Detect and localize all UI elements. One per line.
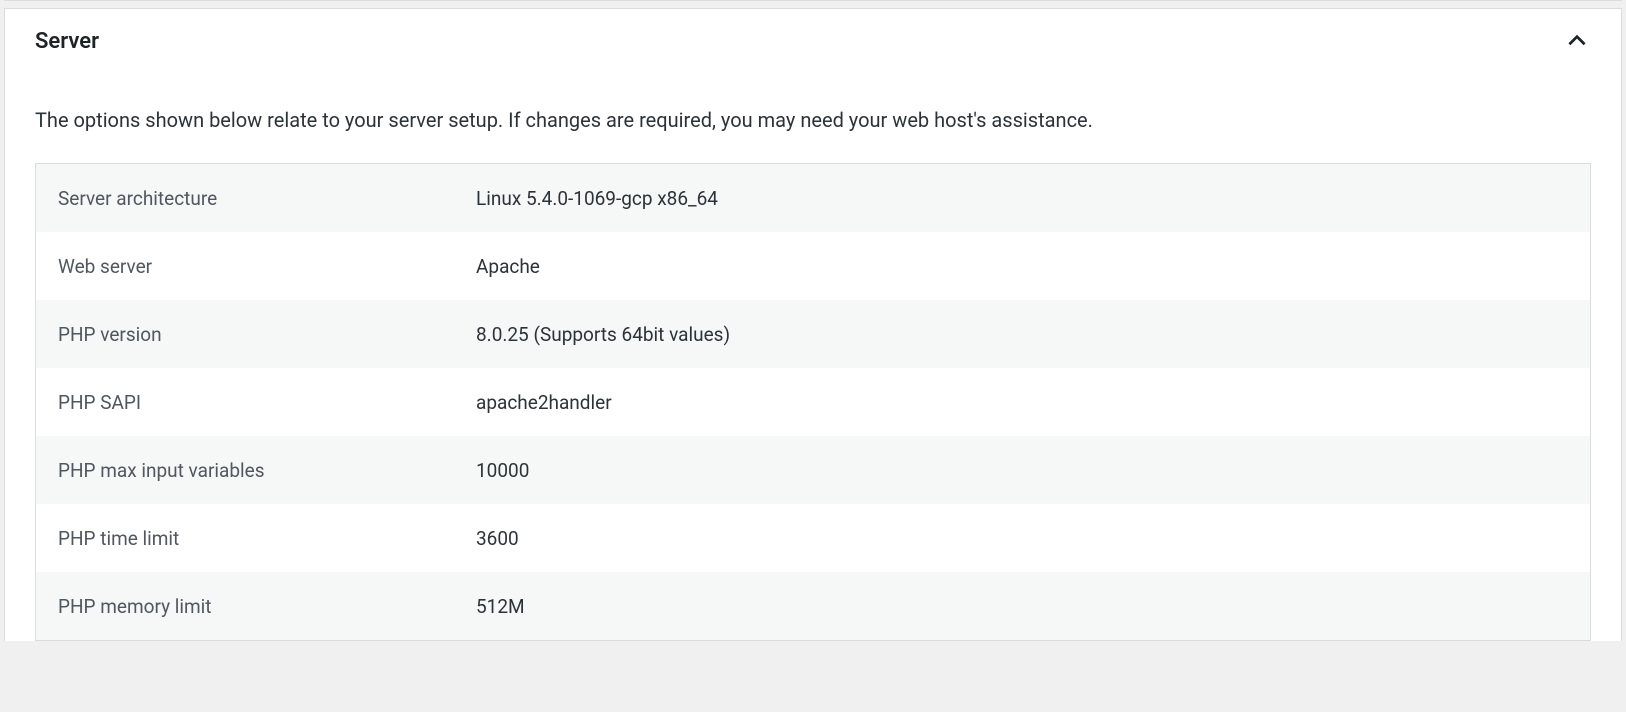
row-label: PHP time limit	[36, 509, 466, 568]
row-value: 3600	[466, 509, 1590, 568]
server-panel: Server The options shown below relate to…	[4, 8, 1622, 641]
table-row: PHP version 8.0.25 (Supports 64bit value…	[36, 300, 1590, 368]
table-row: PHP time limit 3600	[36, 504, 1590, 572]
row-value: Apache	[466, 237, 1590, 296]
row-value: 8.0.25 (Supports 64bit values)	[466, 305, 1590, 364]
panel-title: Server	[35, 29, 99, 54]
row-value: 10000	[466, 441, 1590, 500]
server-info-table: Server architecture Linux 5.4.0-1069-gcp…	[35, 163, 1591, 641]
panel-header[interactable]: Server	[5, 9, 1621, 65]
row-value: 512M	[466, 577, 1590, 636]
table-row: PHP max input variables 10000	[36, 436, 1590, 504]
chevron-up-icon	[1563, 27, 1591, 55]
panel-description: The options shown below relate to your s…	[35, 75, 1591, 135]
table-row: Web server Apache	[36, 232, 1590, 300]
panel-body: The options shown below relate to your s…	[5, 65, 1621, 641]
row-value: apache2handler	[466, 373, 1590, 432]
table-row: Server architecture Linux 5.4.0-1069-gcp…	[36, 164, 1590, 232]
table-row: PHP memory limit 512M	[36, 572, 1590, 640]
row-value: Linux 5.4.0-1069-gcp x86_64	[466, 169, 1590, 228]
top-divider	[4, 0, 1622, 8]
row-label: Web server	[36, 237, 466, 296]
page-container: Server The options shown below relate to…	[0, 0, 1626, 641]
row-label: PHP version	[36, 305, 466, 364]
row-label: PHP SAPI	[36, 373, 466, 432]
row-label: PHP max input variables	[36, 441, 466, 500]
row-label: PHP memory limit	[36, 577, 466, 636]
table-row: PHP SAPI apache2handler	[36, 368, 1590, 436]
row-label: Server architecture	[36, 169, 466, 228]
